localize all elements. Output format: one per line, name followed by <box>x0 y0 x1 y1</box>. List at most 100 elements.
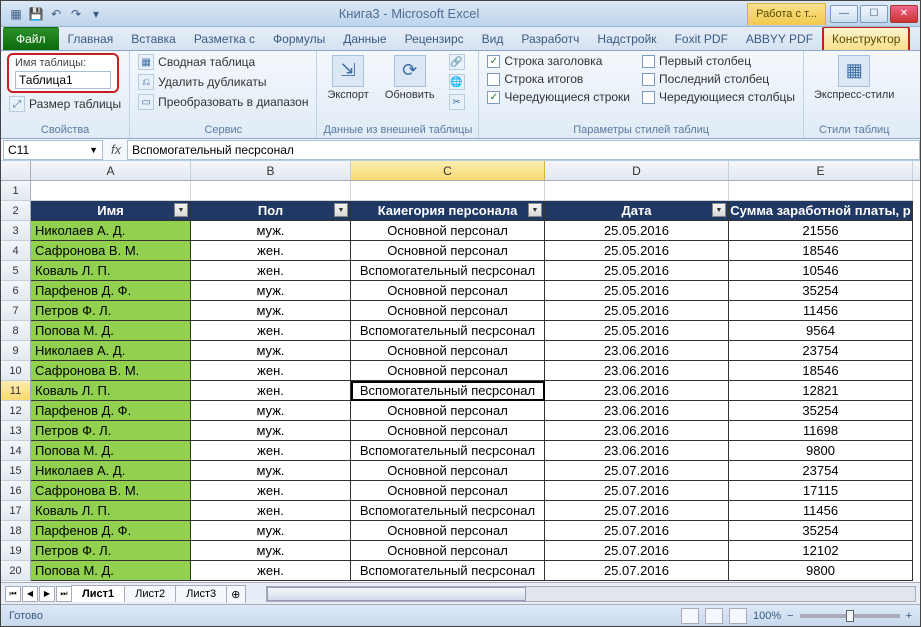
row-header[interactable]: 20 <box>1 561 31 581</box>
cell-salary[interactable]: 11698 <box>729 421 913 441</box>
col-header-A[interactable]: A <box>31 161 191 180</box>
sheet-tab-2[interactable]: Лист2 <box>124 585 176 602</box>
save-icon[interactable]: 💾 <box>27 5 45 23</box>
tab-design[interactable]: Конструктор <box>822 26 910 50</box>
pivot-table-button[interactable]: ▦Сводная таблица <box>136 53 310 71</box>
cell-category[interactable]: Основной персонал <box>351 241 545 261</box>
last-col-checkbox[interactable]: Последний столбец <box>640 71 797 87</box>
formula-input[interactable]: Вспомогательный песрсонал <box>127 140 920 160</box>
row-header[interactable]: 5 <box>1 261 31 281</box>
cell-gender[interactable]: муж. <box>191 521 351 541</box>
table-header-date[interactable]: Дата▼ <box>545 201 729 221</box>
tab-abbyy[interactable]: ABBYY PDF <box>737 27 822 50</box>
total-row-checkbox[interactable]: Строка итогов <box>485 71 632 87</box>
cell-salary[interactable]: 9800 <box>729 441 913 461</box>
row-header[interactable]: 16 <box>1 481 31 501</box>
cell-date[interactable]: 23.06.2016 <box>545 361 729 381</box>
tab-review[interactable]: Рецензирс <box>396 27 473 50</box>
tab-home[interactable]: Главная <box>59 27 123 50</box>
sheet-tab-1[interactable]: Лист1 <box>71 585 125 602</box>
ext-link1[interactable]: 🔗 <box>447 53 467 71</box>
zoom-thumb[interactable] <box>846 610 854 622</box>
tab-foxit[interactable]: Foxit PDF <box>666 27 737 50</box>
cell-gender[interactable]: жен. <box>191 561 351 581</box>
header-row-checkbox[interactable]: ✓Строка заголовка <box>485 53 632 69</box>
table-header-name[interactable]: Имя▼ <box>31 201 191 221</box>
cell-salary[interactable]: 9564 <box>729 321 913 341</box>
row-header-2[interactable]: 2 <box>1 201 31 221</box>
cell-salary[interactable]: 10546 <box>729 261 913 281</box>
cell-gender[interactable]: муж. <box>191 461 351 481</box>
cell-salary[interactable]: 17115 <box>729 481 913 501</box>
cell-name[interactable]: Николаев А. Д. <box>31 341 191 361</box>
row-header[interactable]: 6 <box>1 281 31 301</box>
row-header[interactable]: 7 <box>1 301 31 321</box>
cell-gender[interactable]: муж. <box>191 421 351 441</box>
cell-gender[interactable]: муж. <box>191 401 351 421</box>
cell-date[interactable]: 25.05.2016 <box>545 241 729 261</box>
new-sheet-button[interactable]: ⊕ <box>226 585 246 603</box>
cell-gender[interactable]: жен. <box>191 321 351 341</box>
cell-gender[interactable]: муж. <box>191 281 351 301</box>
cell-category[interactable]: Вспомогательный песрсонал <box>351 321 545 341</box>
row-header[interactable]: 3 <box>1 221 31 241</box>
cell-category[interactable]: Основной персонал <box>351 521 545 541</box>
cell-category[interactable]: Основной персонал <box>351 421 545 441</box>
cell-gender[interactable]: жен. <box>191 501 351 521</box>
filter-icon[interactable]: ▼ <box>528 203 542 217</box>
sheet-prev-icon[interactable]: ◀ <box>22 586 38 602</box>
row-header[interactable]: 12 <box>1 401 31 421</box>
row-header-1[interactable]: 1 <box>1 181 31 201</box>
filter-icon[interactable]: ▼ <box>174 203 188 217</box>
cell-gender[interactable]: муж. <box>191 221 351 241</box>
cell-salary[interactable]: 35254 <box>729 521 913 541</box>
cell-category[interactable]: Основной персонал <box>351 301 545 321</box>
cell[interactable] <box>31 181 191 201</box>
tab-insert[interactable]: Вставка <box>122 27 185 50</box>
filter-icon[interactable]: ▼ <box>712 203 726 217</box>
convert-range-button[interactable]: ▭Преобразовать в диапазон <box>136 93 310 111</box>
cell-name[interactable]: Коваль Л. П. <box>31 501 191 521</box>
cell[interactable] <box>729 181 913 201</box>
cell-name[interactable]: Сафронова В. М. <box>31 361 191 381</box>
sheet-last-icon[interactable]: ⏭ <box>56 586 72 602</box>
zoom-in-icon[interactable]: + <box>906 610 912 622</box>
cell-date[interactable]: 23.06.2016 <box>545 401 729 421</box>
cell-category[interactable]: Основной персонал <box>351 541 545 561</box>
cell-category[interactable]: Основной персонал <box>351 221 545 241</box>
cell-salary[interactable]: 21556 <box>729 221 913 241</box>
zoom-level[interactable]: 100% <box>753 610 781 622</box>
cell-date[interactable]: 25.07.2016 <box>545 461 729 481</box>
cell-date[interactable]: 25.07.2016 <box>545 561 729 581</box>
cell-category[interactable]: Вспомогательный песрсонал <box>351 501 545 521</box>
cell-gender[interactable]: жен. <box>191 481 351 501</box>
cell-category[interactable]: Основной персонал <box>351 481 545 501</box>
table-header-category[interactable]: Каиегория персонала▼ <box>351 201 545 221</box>
view-layout-icon[interactable] <box>705 608 723 624</box>
cell-date[interactable]: 23.06.2016 <box>545 381 729 401</box>
cell-name[interactable]: Попова М. Д. <box>31 561 191 581</box>
cell-name[interactable]: Коваль Л. П. <box>31 381 191 401</box>
cell-salary[interactable]: 11456 <box>729 301 913 321</box>
grid-body[interactable]: 1 2 Имя▼ Пол▼ Каиегория персонала▼ Дата▼… <box>1 181 920 582</box>
name-box[interactable]: C11▼ <box>3 140 103 160</box>
cell-date[interactable]: 25.07.2016 <box>545 501 729 521</box>
ext-link3[interactable]: ✂ <box>447 93 467 111</box>
cell-gender[interactable]: муж. <box>191 541 351 561</box>
cell-date[interactable]: 25.05.2016 <box>545 321 729 341</box>
cell-gender[interactable]: муж. <box>191 301 351 321</box>
maximize-button[interactable]: ☐ <box>860 5 888 23</box>
cell-date[interactable]: 23.06.2016 <box>545 441 729 461</box>
cell-date[interactable]: 25.05.2016 <box>545 281 729 301</box>
cell-name[interactable]: Сафронова В. М. <box>31 241 191 261</box>
row-header[interactable]: 19 <box>1 541 31 561</box>
sheet-next-icon[interactable]: ▶ <box>39 586 55 602</box>
cell-gender[interactable]: жен. <box>191 241 351 261</box>
cell-gender[interactable]: жен. <box>191 261 351 281</box>
banded-rows-checkbox[interactable]: ✓Чередующиеся строки <box>485 89 632 105</box>
cell-name[interactable]: Парфенов Д. Ф. <box>31 281 191 301</box>
tab-developer[interactable]: Разработч <box>512 27 588 50</box>
sheet-tab-3[interactable]: Лист3 <box>175 585 227 602</box>
cell-date[interactable]: 25.07.2016 <box>545 541 729 561</box>
row-header[interactable]: 10 <box>1 361 31 381</box>
